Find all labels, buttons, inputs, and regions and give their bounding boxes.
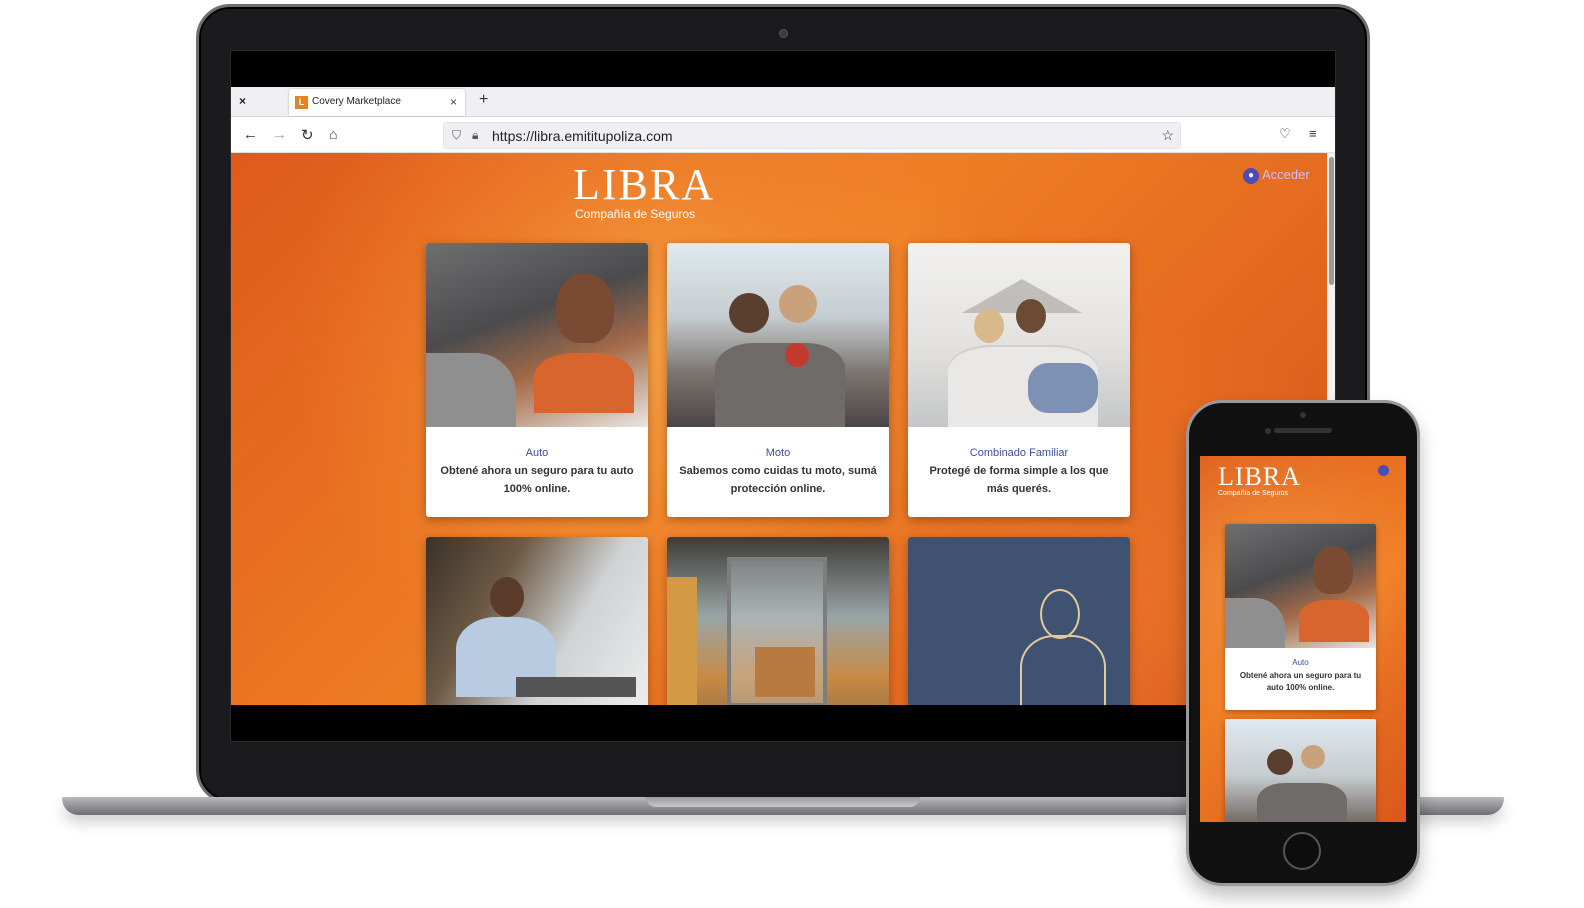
product-card-oficina[interactable] [426, 537, 648, 705]
forward-icon[interactable]: → [272, 126, 287, 143]
laptop-camera [779, 29, 788, 38]
card-image-oficina [426, 537, 648, 705]
card-image-familia [908, 243, 1130, 427]
card-image-moto [1225, 719, 1376, 822]
card-image-lobby [667, 537, 889, 705]
browser-toolbar: ← → ↻ ⌂ ⛉ 🔒︎ https://libra.emititupoliza… [231, 117, 1335, 153]
libra-logo[interactable]: LIBRA Compañía de Seguros [573, 160, 715, 222]
phone-speaker [1274, 428, 1332, 433]
product-card-moto[interactable]: Moto Sabemos como cuidas tu moto, sumá p… [667, 243, 889, 517]
product-card-lobby[interactable] [667, 537, 889, 705]
web-page: LIBRA Compañía de Seguros ● Acceder Auto … [231, 153, 1327, 705]
tab-title: Covery Marketplace [312, 96, 401, 107]
login-label: Acceder [1262, 167, 1310, 182]
logo-subtitle: Compañía de Seguros [1218, 490, 1289, 497]
card-title: Moto [765, 447, 791, 459]
new-tab-icon[interactable]: + [479, 91, 488, 109]
lock-icon[interactable]: 🔒︎ [472, 128, 478, 143]
url-text[interactable]: https://libra.emititupoliza.com [492, 128, 673, 144]
card-body: Combinado Familiar Protegé de forma simp… [908, 427, 1130, 517]
card-body: Moto Sabemos como cuidas tu moto, sumá p… [667, 427, 889, 517]
product-card-ilustracion[interactable] [908, 537, 1130, 705]
browser-tabbar: × L Covery Marketplace × + [231, 87, 1335, 117]
login-link[interactable]: ● Acceder [1243, 167, 1310, 184]
phone-sensor [1265, 428, 1271, 434]
card-image-moto [667, 243, 889, 427]
card-text: Sabemos como cuidas tu moto, sumá protec… [679, 465, 877, 495]
card-title: Auto [1292, 658, 1309, 667]
device-mockup: × L Covery Marketplace × + ← → ↻ ⌂ ⛉ 🔒︎ … [0, 0, 1584, 908]
shield-icon[interactable]: ⛉ [452, 128, 461, 143]
card-body: Auto Obtené ahora un seguro para tu auto… [1225, 648, 1376, 710]
back-icon[interactable]: ← [243, 126, 258, 143]
tab-close-icon[interactable]: × [450, 95, 457, 109]
card-image-auto [1225, 524, 1376, 648]
reload-icon[interactable]: ↻ [301, 126, 314, 144]
laptop-screen: × L Covery Marketplace × + ← → ↻ ⌂ ⛉ 🔒︎ … [230, 50, 1336, 742]
user-icon[interactable] [1378, 465, 1389, 476]
star-icon[interactable]: ☆ [1161, 127, 1174, 144]
card-body: Auto Obtené ahora un seguro para tu auto… [426, 427, 648, 517]
url-bar[interactable]: ⛉ 🔒︎ https://libra.emititupoliza.com ☆ [443, 122, 1181, 149]
product-card-auto[interactable]: Auto Obtené ahora un seguro para tu auto… [426, 243, 648, 517]
pocket-icon[interactable]: ♡ [1279, 126, 1291, 142]
menu-icon[interactable]: ≡ [1309, 126, 1317, 141]
card-text: Obtené ahora un seguro para tu auto 100%… [440, 465, 634, 495]
card-title: Combinado Familiar [969, 447, 1069, 459]
card-text: Obtené ahora un seguro para tu auto 100%… [1239, 671, 1362, 692]
card-text: Protegé de forma simple a los que más qu… [929, 465, 1109, 495]
home-icon[interactable]: ⌂ [329, 126, 337, 142]
card-image-auto [426, 243, 648, 427]
phone-product-card-moto[interactable] [1225, 719, 1376, 822]
phone-libra-logo[interactable]: LIBRA Compañía de Seguros [1218, 462, 1301, 498]
card-image-ilustracion [908, 537, 1130, 705]
laptop-notch [646, 797, 920, 807]
phone-camera [1300, 412, 1306, 418]
logo-subtitle: Compañía de Seguros [575, 207, 696, 221]
phone-screen: LIBRA Compañía de Seguros Auto Obtené ah… [1200, 456, 1406, 822]
logo-word: LIBRA [1218, 462, 1301, 491]
phone-home-button[interactable] [1283, 832, 1321, 870]
card-title: Auto [525, 447, 549, 459]
browser-tab[interactable]: L Covery Marketplace × [289, 89, 465, 116]
screen-bezel-bottom [231, 705, 1335, 741]
logo-word: LIBRA [573, 160, 715, 209]
phone-product-card-auto[interactable]: Auto Obtené ahora un seguro para tu auto… [1225, 524, 1376, 710]
page-scrollbar-thumb[interactable] [1329, 157, 1334, 285]
product-card-combinado-familiar[interactable]: Combinado Familiar Protegé de forma simp… [908, 243, 1130, 517]
window-close-icon[interactable]: × [239, 94, 246, 108]
favicon-icon: L [295, 96, 308, 109]
user-icon: ● [1243, 167, 1259, 184]
